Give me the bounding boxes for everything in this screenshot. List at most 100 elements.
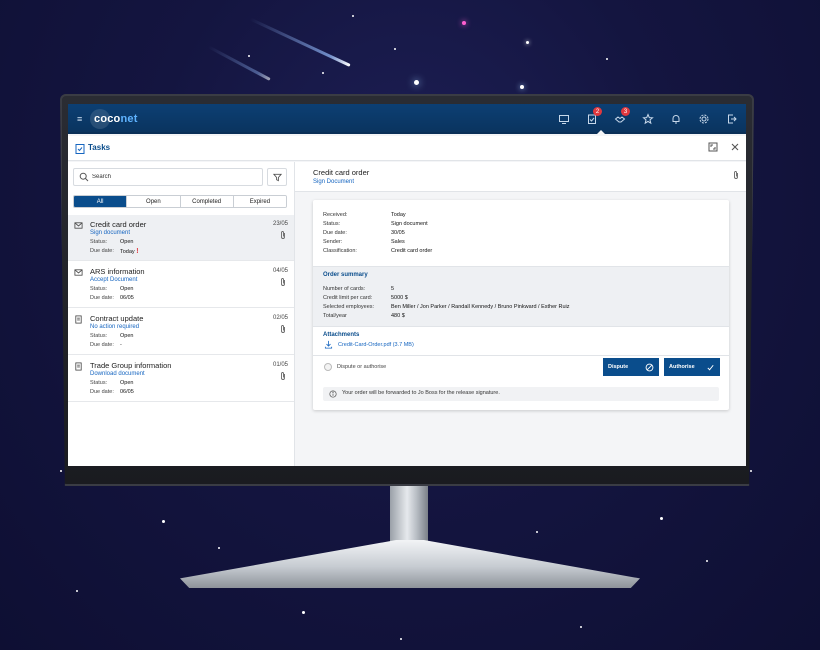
document-icon [75,362,82,371]
tab-open[interactable]: Open [127,196,181,207]
summary-credit-limit: Credit limit per card: 5000 $ [323,295,408,301]
divider [313,355,729,356]
task-status: Status: Open [90,380,134,386]
order-card: Received: Today Status: Sign document Due … [313,200,729,410]
paperclip-icon [281,372,285,380]
paperclip-icon [281,325,285,333]
summary-cards: Number of cards: 5 [323,286,395,292]
task-date: 04/05 [272,268,288,274]
attachments-title: Attachments [323,332,360,338]
info-banner: Your order will be forwarded to Jo Boss … [323,387,719,401]
envelope-icon [74,222,83,229]
task-list-item[interactable]: Trade Group information 01/05 Download d… [68,356,294,402]
monitor-screen: ≡ coconet 2 3 Tasks Search All Open Comp… [68,104,746,466]
star-icon [642,113,654,125]
task-status: Status: Open [90,239,134,245]
gear-icon [699,114,709,124]
task-title: Trade Group information [90,361,172,370]
tab-all[interactable]: All [74,196,128,207]
task-list-item[interactable]: Contract update 02/05 No action required… [68,309,294,355]
download-icon[interactable] [324,340,333,349]
task-list-pane: All Open Completed Expired Credit card o… [68,162,295,466]
tasks-badge: 2 [593,107,602,116]
document-icon [75,315,82,324]
meta-received: Received: Today [323,212,406,218]
nav-favourites[interactable] [634,104,662,134]
task-title: Contract update [90,314,144,323]
tab-completed[interactable]: Completed [180,196,234,207]
summary-total: Total/year 480 $ [323,313,405,319]
block-icon [645,363,654,371]
meta-due-date: Due date: 30/05 [323,230,405,236]
task-list-item[interactable]: ARS information 04/05 Accept Document St… [68,262,294,308]
task-due: Due date: Today ! [90,248,139,255]
task-title: Credit card order [90,220,147,229]
search-icon [79,172,89,182]
task-due: Due date: 06/05 [90,389,134,395]
task-due: Due date: - [90,342,122,348]
app-header: ≡ coconet 2 3 [68,104,746,134]
header-nav: 2 3 [550,104,746,134]
task-list-item[interactable]: Credit card order 23/05 Sign document St… [68,215,294,261]
task-date: 02/05 [272,315,288,321]
detail-title: Credit card order [313,168,370,177]
summary-employees: Selected employees: Ben Miller / Jon Park… [323,304,570,310]
info-text: Your order will be forwarded to Jo Boss … [342,390,500,396]
filter-button[interactable] [267,168,287,186]
hamburger-menu-icon[interactable]: ≡ [77,114,82,124]
order-summary-title: Order summary [323,272,368,278]
monitor-stand-base [180,540,640,588]
paperclip-icon[interactable] [732,170,740,180]
task-date: 01/05 [272,362,288,368]
nav-deals[interactable]: 3 [606,104,634,134]
paperclip-icon [281,231,285,239]
attachment-link[interactable]: Credit-Card-Order.pdf (3.7 MB) [338,342,414,348]
task-date: 23/05 [272,221,288,227]
task-action-link[interactable]: No action required [90,324,139,330]
active-nav-indicator [596,130,606,135]
task-status: Status: Open [90,286,134,292]
task-filter-tabs: All Open Completed Expired [73,195,287,208]
nav-settings[interactable] [690,104,718,134]
detail-subtitle: Sign Document [313,179,355,185]
nav-monitor[interactable] [550,104,578,134]
order-summary: Order summary Number of cards: 5 Credit l… [313,266,729,327]
envelope-icon [74,269,83,276]
search-input[interactable] [92,171,257,183]
task-status: Status: Open [90,333,134,339]
notification-icon [672,115,680,124]
checkmark-icon [707,364,714,370]
task-title: ARS information [90,267,145,276]
page-titlebar: Tasks [68,136,746,161]
app-logo[interactable]: coconet [94,110,137,128]
dispute-button[interactable]: Dispute [603,358,659,376]
nav-notifications[interactable] [662,104,690,134]
task-action-link[interactable]: Sign document [90,230,130,236]
paperclip-icon [281,278,285,286]
tasks-icon [75,144,85,154]
deals-badge: 3 [621,107,630,116]
window-actions [708,142,740,152]
page-title: Tasks [88,143,111,152]
dispute-authorise-label: Dispute or authorise [337,364,387,370]
tab-expired[interactable]: Expired [233,196,286,207]
info-icon [329,390,337,398]
monitor-icon [559,115,569,124]
filter-icon [272,173,282,181]
meta-status: Status: Sign document [323,221,428,227]
task-action-link[interactable]: Accept Document [90,277,137,283]
expand-icon[interactable] [708,142,718,152]
logout-icon [728,114,737,124]
search-box [73,168,263,186]
meta-sender: Sender: Sales [323,239,405,245]
authorise-button[interactable]: Authorise [664,358,720,376]
meta-classification: Classification: Credit card order [323,248,433,254]
detail-header: Credit card order Sign Document [295,162,746,192]
task-detail-pane: Credit card order Sign Document Received… [295,162,746,466]
task-action-link[interactable]: Download document [90,371,145,377]
task-due: Due date: 06/05 [90,295,134,301]
close-icon[interactable] [730,142,740,152]
overdue-alert-icon: ! [136,248,139,255]
nav-logout[interactable] [718,104,746,134]
dispute-authorise-radio[interactable] [324,363,332,371]
